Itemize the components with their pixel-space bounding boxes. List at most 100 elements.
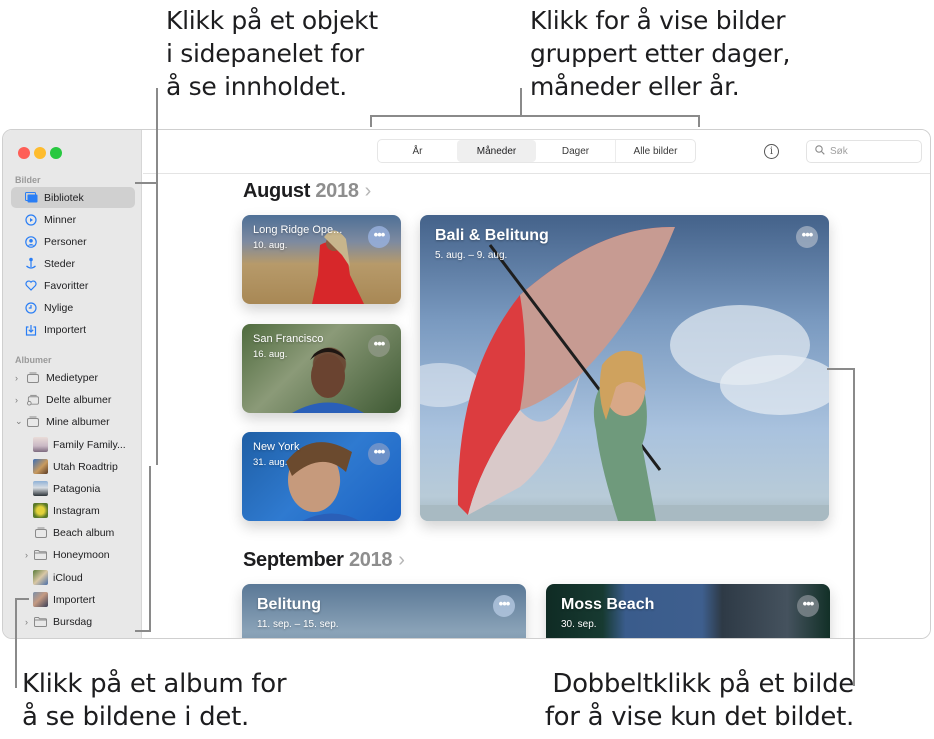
sidebar-item-my-albums[interactable]: ⌄ Mine albumer [11,411,135,432]
card-date: 5. aug. – 9. aug. [435,250,508,261]
chevron-right-icon[interactable]: › [15,373,18,383]
moment-card[interactable]: Moss Beach 30. sep. ••• [546,584,830,638]
heart-icon [24,279,38,293]
month-name: August [243,180,311,202]
leader-line [135,182,157,184]
callout-album: Klikk på et album for å se bildene i det… [22,668,287,734]
tab-days[interactable]: Dager [536,140,615,162]
zoom-window-button[interactable] [50,147,62,159]
card-title: Belitung [257,596,321,613]
sidebar-item-recents[interactable]: Nylige [11,297,135,318]
chevron-right-icon[interactable]: › [25,617,28,627]
more-button[interactable]: ••• [797,595,819,617]
album-stack-icon [33,527,48,538]
search-placeholder: Søk [830,146,848,157]
sidebar-item-label: Bibliotek [44,191,84,204]
chevron-right-icon: › [398,549,405,571]
more-button[interactable]: ••• [368,443,390,465]
sidebar-folder-birthday[interactable]: › Bursdag [11,611,135,632]
sidebar-item-memories[interactable]: Minner [11,209,135,230]
card-date: 30. sep. [561,619,597,630]
callout-photo: Dobbeltklikk på et bilde for å vise kun … [545,668,854,734]
chevron-right-icon[interactable]: › [25,550,28,560]
photos-content: August 2018 › Long Ridge Ope... 10. aug. … [143,175,930,638]
search-icon [815,145,825,158]
callout-line: for å vise kun det bildet. [544,702,854,732]
clock-icon [24,301,38,315]
moment-card-featured[interactable]: Bali & Belitung 5. aug. – 9. aug. ••• [420,215,829,521]
moment-card[interactable]: New York 31. aug. ••• [242,432,401,521]
sidebar-item-people[interactable]: Personer [11,231,135,252]
more-button[interactable]: ••• [493,595,515,617]
sidebar-item-label: Honeymoon [53,548,110,561]
album-thumbnail [33,592,48,607]
chevron-right-icon[interactable]: › [15,395,18,405]
folder-icon [33,549,48,560]
sidebar-item-places[interactable]: Steder [11,253,135,274]
sidebar-folder-honeymoon[interactable]: › Honeymoon [11,544,135,565]
moment-card[interactable]: San Francisco 16. aug. ••• [242,324,401,413]
callout-line: gruppert etter dager, [530,39,791,68]
info-icon[interactable]: i [764,144,779,159]
moment-card[interactable]: Long Ridge Ope... 10. aug. ••• [242,215,401,304]
tab-all-photos[interactable]: Alle bilder [615,140,695,162]
chevron-down-icon[interactable]: ⌄ [15,416,23,427]
sidebar-item-label: iCloud [53,571,83,584]
leader-line [827,368,854,370]
sidebar-item-library[interactable]: Bibliotek [11,187,135,208]
month-heading-september[interactable]: September 2018 › [243,549,405,572]
sidebar-album-beach[interactable]: Beach album [11,522,135,543]
view-segmented-control: År Måneder Dager Alle bilder [377,139,696,163]
sidebar-album-icloud[interactable]: iCloud [11,567,135,588]
memories-icon [24,213,38,227]
sidebar-section-photos: Bilder [15,175,41,185]
card-title: Long Ridge Ope... [253,224,343,236]
callout-line: Klikk på et objekt [166,6,378,35]
month-name: September [243,549,344,571]
sidebar-item-label: Patagonia [53,482,101,495]
search-field[interactable]: Søk [806,140,922,163]
month-heading-august[interactable]: August 2018 › [243,180,371,203]
close-window-button[interactable] [18,147,30,159]
card-title: Bali & Belitung [435,227,549,244]
sidebar-item-favorites[interactable]: Favoritter [11,275,135,296]
tab-months[interactable]: Måneder [457,140,536,162]
card-title: New York [253,441,300,453]
leader-line [15,598,17,688]
toolbar: År Måneder Dager Alle bilder i Søk [143,130,930,174]
leader-line [853,368,855,686]
callout-line: Dobbeltklikk på et bilde [552,669,854,699]
moment-card[interactable]: Belitung 11. sep. – 15. sep. ••• [242,584,526,638]
sidebar-item-label: Beach album [53,526,115,539]
leader-line [370,115,700,117]
card-title: San Francisco [253,333,324,345]
leader-line [520,88,522,116]
minimize-window-button[interactable] [34,147,46,159]
sidebar-item-label: Instagram [53,504,100,517]
tab-years[interactable]: År [378,140,457,162]
sidebar-album-instagram[interactable]: Instagram [11,500,135,521]
sidebar-item-label: Steder [44,257,75,270]
sidebar-album-utah-roadtrip[interactable]: Utah Roadtrip [11,456,135,477]
callout-line: Klikk for å vise bilder [530,6,786,35]
sidebar-item-label: Importert [53,593,96,606]
sidebar-album-patagonia[interactable]: Patagonia [11,478,135,499]
callout-line: å se bildene i det. [22,702,249,732]
sidebar-item-label: Mine albumer [46,415,110,428]
more-button[interactable]: ••• [796,226,818,248]
leader-line [156,88,158,465]
card-date: 16. aug. [253,349,288,360]
card-title: Moss Beach [561,596,655,613]
chevron-right-icon: › [364,180,372,202]
more-button[interactable]: ••• [368,226,390,248]
card-date: 10. aug. [253,240,288,251]
sidebar-album-imported[interactable]: Importert [11,589,135,610]
sidebar-item-shared-albums[interactable]: › Delte albumer [11,389,135,410]
leader-line [698,115,700,127]
more-button[interactable]: ••• [368,335,390,357]
sidebar-album-family[interactable]: Family Family... [11,434,135,455]
people-icon [24,235,38,249]
sidebar-item-media-types[interactable]: › Medietyper [11,367,135,388]
sidebar-item-imports[interactable]: Importert [11,319,135,340]
month-year: 2018 [315,180,359,202]
